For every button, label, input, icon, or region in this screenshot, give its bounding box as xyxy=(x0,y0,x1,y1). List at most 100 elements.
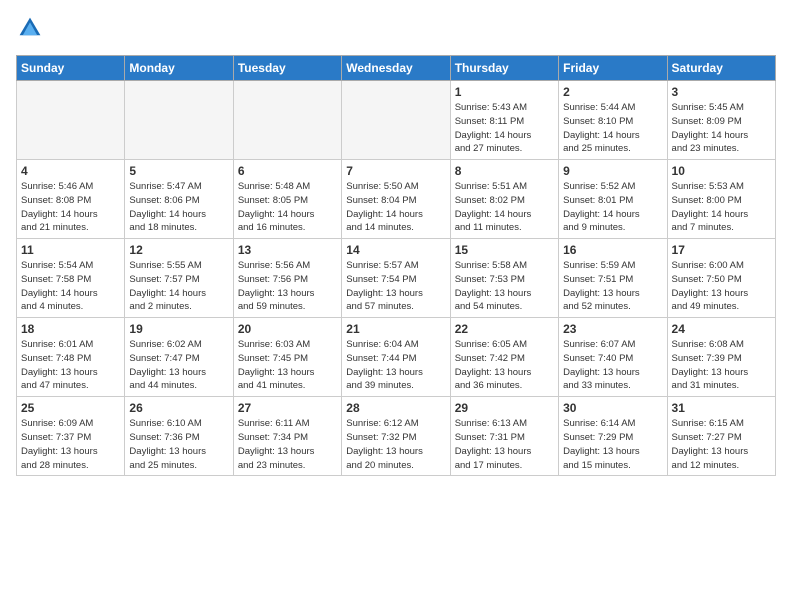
day-number: 19 xyxy=(129,322,228,336)
day-info: Sunrise: 6:08 AMSunset: 7:39 PMDaylight:… xyxy=(672,338,771,393)
day-header-thursday: Thursday xyxy=(450,56,558,81)
day-header-wednesday: Wednesday xyxy=(342,56,450,81)
day-cell-19: 19 Sunrise: 6:02 AMSunset: 7:47 PMDayligh… xyxy=(125,318,233,397)
day-cell-28: 28 Sunrise: 6:12 AMSunset: 7:32 PMDayligh… xyxy=(342,397,450,476)
empty-cell xyxy=(17,81,125,160)
day-cell-30: 30 Sunrise: 6:14 AMSunset: 7:29 PMDayligh… xyxy=(559,397,667,476)
day-number: 15 xyxy=(455,243,554,257)
day-info: Sunrise: 6:12 AMSunset: 7:32 PMDaylight:… xyxy=(346,417,445,472)
day-info: Sunrise: 5:45 AMSunset: 8:09 PMDaylight:… xyxy=(672,101,771,156)
day-number: 31 xyxy=(672,401,771,415)
day-number: 12 xyxy=(129,243,228,257)
calendar-table: SundayMondayTuesdayWednesdayThursdayFrid… xyxy=(16,55,776,476)
day-info: Sunrise: 5:53 AMSunset: 8:00 PMDaylight:… xyxy=(672,180,771,235)
day-number: 13 xyxy=(238,243,337,257)
day-number: 29 xyxy=(455,401,554,415)
day-number: 4 xyxy=(21,164,120,178)
day-number: 2 xyxy=(563,85,662,99)
day-info: Sunrise: 6:13 AMSunset: 7:31 PMDaylight:… xyxy=(455,417,554,472)
day-cell-22: 22Sunrise: 6:05 AMSunset: 7:42 PMDayligh… xyxy=(450,318,558,397)
day-cell-12: 12 Sunrise: 5:55 AMSunset: 7:57 PMDayligh… xyxy=(125,239,233,318)
empty-cell xyxy=(342,81,450,160)
day-number: 1 xyxy=(455,85,554,99)
day-info: Sunrise: 5:55 AMSunset: 7:57 PMDaylight:… xyxy=(129,259,228,314)
day-number: 25 xyxy=(21,401,120,415)
day-cell-18: 18 Sunrise: 6:01 AMSunset: 7:48 PMDayligh… xyxy=(17,318,125,397)
day-cell-21: 21Sunrise: 6:04 AMSunset: 7:44 PMDayligh… xyxy=(342,318,450,397)
day-cell-4: 4 Sunrise: 5:46 AMSunset: 8:08 PMDaylight… xyxy=(17,160,125,239)
day-header-tuesday: Tuesday xyxy=(233,56,341,81)
day-number: 27 xyxy=(238,401,337,415)
day-number: 22 xyxy=(455,322,554,336)
day-cell-8: 8 Sunrise: 5:51 AMSunset: 8:02 PMDaylight… xyxy=(450,160,558,239)
day-info: Sunrise: 5:58 AMSunset: 7:53 PMDaylight:… xyxy=(455,259,554,314)
day-number: 26 xyxy=(129,401,228,415)
day-number: 24 xyxy=(672,322,771,336)
day-cell-5: 5 Sunrise: 5:47 AMSunset: 8:06 PMDaylight… xyxy=(125,160,233,239)
day-number: 18 xyxy=(21,322,120,336)
day-cell-9: 9Sunrise: 5:52 AMSunset: 8:01 PMDaylight… xyxy=(559,160,667,239)
day-cell-25: 25 Sunrise: 6:09 AMSunset: 7:37 PMDayligh… xyxy=(17,397,125,476)
day-number: 8 xyxy=(455,164,554,178)
day-cell-2: 2 Sunrise: 5:44 AMSunset: 8:10 PMDaylight… xyxy=(559,81,667,160)
day-cell-7: 7 Sunrise: 5:50 AMSunset: 8:04 PMDaylight… xyxy=(342,160,450,239)
day-info: Sunrise: 6:15 AMSunset: 7:27 PMDaylight:… xyxy=(672,417,771,472)
day-cell-29: 29 Sunrise: 6:13 AMSunset: 7:31 PMDayligh… xyxy=(450,397,558,476)
day-number: 7 xyxy=(346,164,445,178)
day-number: 9 xyxy=(563,164,662,178)
week-row-1: 1 Sunrise: 5:43 AMSunset: 8:11 PMDaylight… xyxy=(17,81,776,160)
day-cell-1: 1 Sunrise: 5:43 AMSunset: 8:11 PMDaylight… xyxy=(450,81,558,160)
day-number: 17 xyxy=(672,243,771,257)
day-info: Sunrise: 6:01 AMSunset: 7:48 PMDaylight:… xyxy=(21,338,120,393)
header-row: SundayMondayTuesdayWednesdayThursdayFrid… xyxy=(17,56,776,81)
day-number: 3 xyxy=(672,85,771,99)
day-info: Sunrise: 6:00 AMSunset: 7:50 PMDaylight:… xyxy=(672,259,771,314)
day-cell-24: 24 Sunrise: 6:08 AMSunset: 7:39 PMDayligh… xyxy=(667,318,775,397)
day-info: Sunrise: 6:10 AMSunset: 7:36 PMDaylight:… xyxy=(129,417,228,472)
day-number: 11 xyxy=(21,243,120,257)
day-number: 30 xyxy=(563,401,662,415)
day-cell-10: 10 Sunrise: 5:53 AMSunset: 8:00 PMDayligh… xyxy=(667,160,775,239)
day-number: 21 xyxy=(346,322,445,336)
day-cell-6: 6Sunrise: 5:48 AMSunset: 8:05 PMDaylight… xyxy=(233,160,341,239)
day-number: 10 xyxy=(672,164,771,178)
day-header-saturday: Saturday xyxy=(667,56,775,81)
week-row-2: 4 Sunrise: 5:46 AMSunset: 8:08 PMDaylight… xyxy=(17,160,776,239)
day-info: Sunrise: 5:51 AMSunset: 8:02 PMDaylight:… xyxy=(455,180,554,235)
header xyxy=(16,16,776,45)
day-cell-14: 14 Sunrise: 5:57 AMSunset: 7:54 PMDayligh… xyxy=(342,239,450,318)
day-info: Sunrise: 5:43 AMSunset: 8:11 PMDaylight:… xyxy=(455,101,554,156)
day-info: Sunrise: 5:54 AMSunset: 7:58 PMDaylight:… xyxy=(21,259,120,314)
day-number: 14 xyxy=(346,243,445,257)
day-cell-20: 20Sunrise: 6:03 AMSunset: 7:45 PMDayligh… xyxy=(233,318,341,397)
day-info: Sunrise: 5:50 AMSunset: 8:04 PMDaylight:… xyxy=(346,180,445,235)
day-cell-15: 15 Sunrise: 5:58 AMSunset: 7:53 PMDayligh… xyxy=(450,239,558,318)
day-info: Sunrise: 6:07 AMSunset: 7:40 PMDaylight:… xyxy=(563,338,662,393)
day-number: 16 xyxy=(563,243,662,257)
logo xyxy=(16,16,42,45)
day-info: Sunrise: 5:48 AMSunset: 8:05 PMDaylight:… xyxy=(238,180,337,235)
day-header-friday: Friday xyxy=(559,56,667,81)
day-info: Sunrise: 5:57 AMSunset: 7:54 PMDaylight:… xyxy=(346,259,445,314)
week-row-5: 25 Sunrise: 6:09 AMSunset: 7:37 PMDayligh… xyxy=(17,397,776,476)
day-info: Sunrise: 6:14 AMSunset: 7:29 PMDaylight:… xyxy=(563,417,662,472)
empty-cell xyxy=(125,81,233,160)
day-number: 28 xyxy=(346,401,445,415)
day-number: 23 xyxy=(563,322,662,336)
day-cell-17: 17 Sunrise: 6:00 AMSunset: 7:50 PMDayligh… xyxy=(667,239,775,318)
empty-cell xyxy=(233,81,341,160)
day-info: Sunrise: 6:11 AMSunset: 7:34 PMDaylight:… xyxy=(238,417,337,472)
day-info: Sunrise: 5:56 AMSunset: 7:56 PMDaylight:… xyxy=(238,259,337,314)
week-row-3: 11 Sunrise: 5:54 AMSunset: 7:58 PMDayligh… xyxy=(17,239,776,318)
day-header-sunday: Sunday xyxy=(17,56,125,81)
day-cell-11: 11 Sunrise: 5:54 AMSunset: 7:58 PMDayligh… xyxy=(17,239,125,318)
day-info: Sunrise: 6:09 AMSunset: 7:37 PMDaylight:… xyxy=(21,417,120,472)
day-info: Sunrise: 5:46 AMSunset: 8:08 PMDaylight:… xyxy=(21,180,120,235)
day-info: Sunrise: 5:47 AMSunset: 8:06 PMDaylight:… xyxy=(129,180,228,235)
day-info: Sunrise: 5:44 AMSunset: 8:10 PMDaylight:… xyxy=(563,101,662,156)
day-cell-3: 3 Sunrise: 5:45 AMSunset: 8:09 PMDaylight… xyxy=(667,81,775,160)
day-number: 5 xyxy=(129,164,228,178)
day-info: Sunrise: 6:02 AMSunset: 7:47 PMDaylight:… xyxy=(129,338,228,393)
logo-icon xyxy=(18,16,42,40)
day-info: Sunrise: 6:03 AMSunset: 7:45 PMDaylight:… xyxy=(238,338,337,393)
